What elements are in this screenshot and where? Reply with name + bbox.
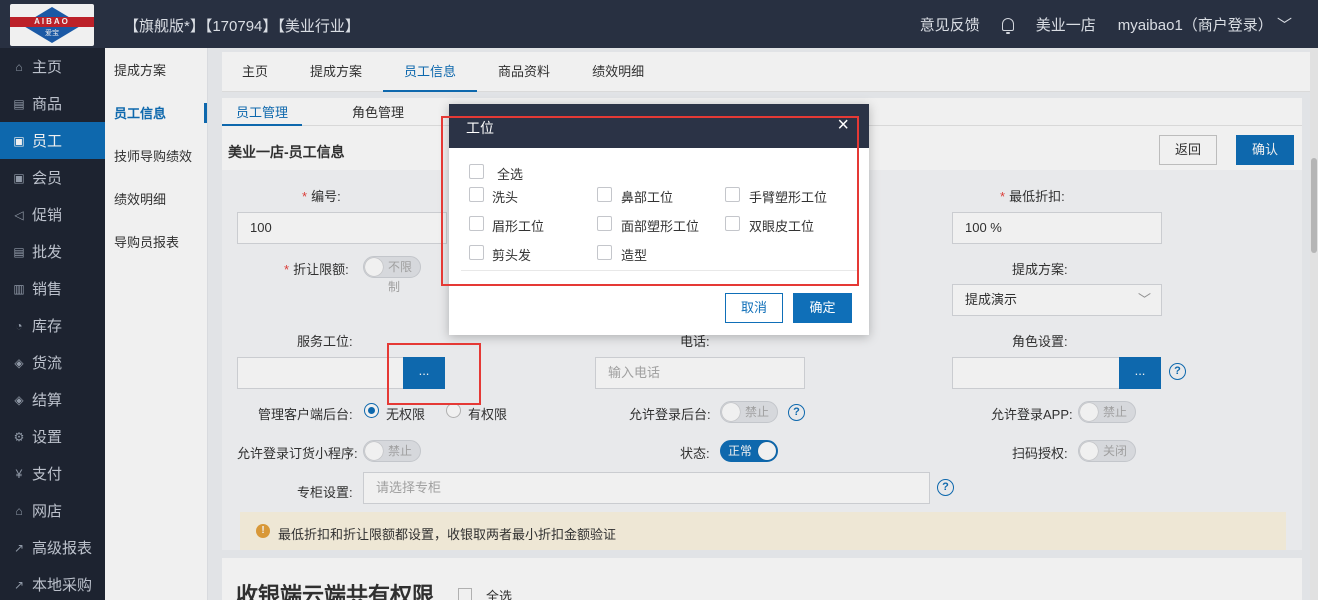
option-label: 鼻部工位	[621, 190, 674, 205]
option-checkbox[interactable]	[725, 216, 740, 231]
select-all-checkbox[interactable]	[469, 164, 484, 179]
option-label: 手臂塑形工位	[749, 190, 828, 205]
option-checkbox[interactable]	[469, 245, 484, 260]
dialog-divider	[461, 270, 857, 271]
close-icon[interactable]: ×	[837, 114, 849, 136]
dialog-cancel-button[interactable]: 取消	[725, 293, 783, 323]
option-checkbox[interactable]	[597, 187, 612, 202]
option-checkbox[interactable]	[597, 216, 612, 231]
option-label: 双眼皮工位	[749, 219, 815, 234]
option-label: 面部塑形工位	[621, 219, 700, 234]
select-all-label: 全选	[497, 167, 524, 182]
option-label: 眉形工位	[492, 219, 545, 234]
option-label: 洗头	[492, 190, 519, 205]
option-checkbox[interactable]	[469, 187, 484, 202]
option-checkbox[interactable]	[469, 216, 484, 231]
option-checkbox[interactable]	[597, 245, 612, 260]
option-label: 造型	[621, 248, 648, 263]
dialog-header: 工位 ×	[449, 104, 869, 148]
option-label: 剪头发	[492, 248, 532, 263]
workstation-dialog: 工位 × 全选 洗头 鼻部工位 手臂塑形工位 眉形工位 面部塑形工位 双眼皮工位…	[449, 104, 869, 335]
option-checkbox[interactable]	[725, 187, 740, 202]
dialog-title: 工位	[466, 120, 494, 136]
dialog-confirm-button[interactable]: 确定	[793, 293, 852, 323]
